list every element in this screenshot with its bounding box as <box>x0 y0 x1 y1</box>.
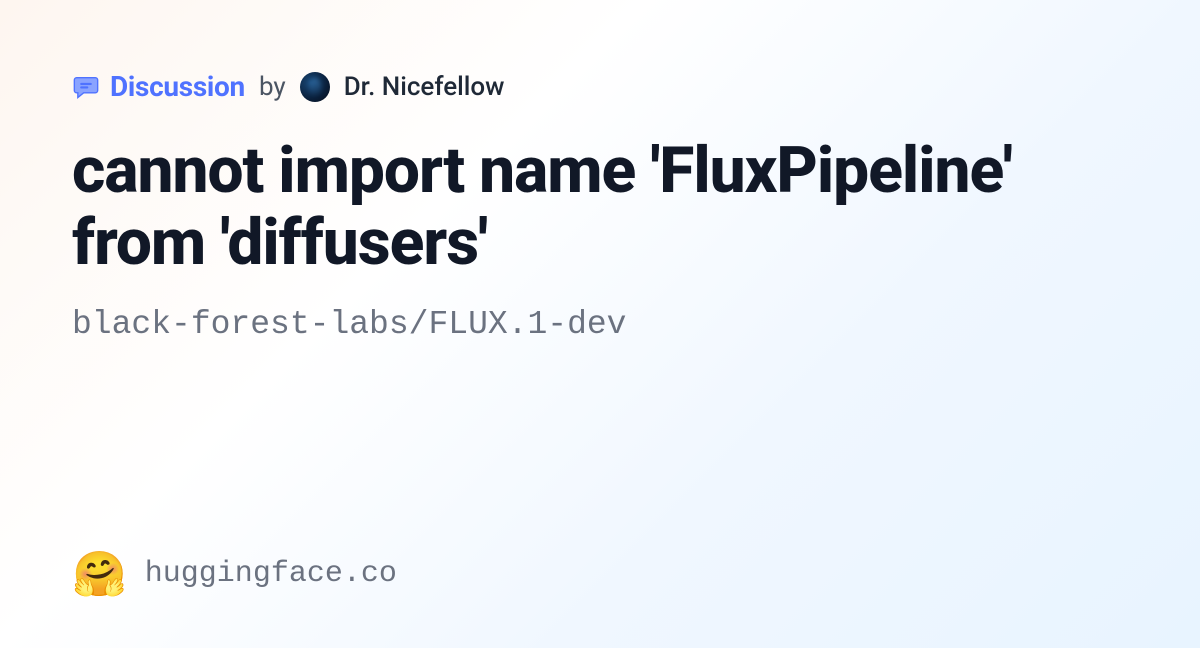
site-name[interactable]: huggingface.co <box>145 557 397 591</box>
discussion-icon <box>72 73 100 101</box>
avatar[interactable] <box>300 72 330 102</box>
header-row: Discussion by Dr. Nicefellow <box>72 70 1128 103</box>
author-name[interactable]: Dr. Nicefellow <box>344 72 505 102</box>
repo-path[interactable]: black-forest-labs/FLUX.1-dev <box>72 306 1128 343</box>
huggingface-logo-icon[interactable]: 🤗 <box>72 552 127 596</box>
footer: 🤗 huggingface.co <box>72 552 397 596</box>
by-text: by <box>259 72 286 102</box>
page-title: cannot import name 'FluxPipeline' from '… <box>72 135 1128 278</box>
discussion-label[interactable]: Discussion <box>110 70 245 103</box>
